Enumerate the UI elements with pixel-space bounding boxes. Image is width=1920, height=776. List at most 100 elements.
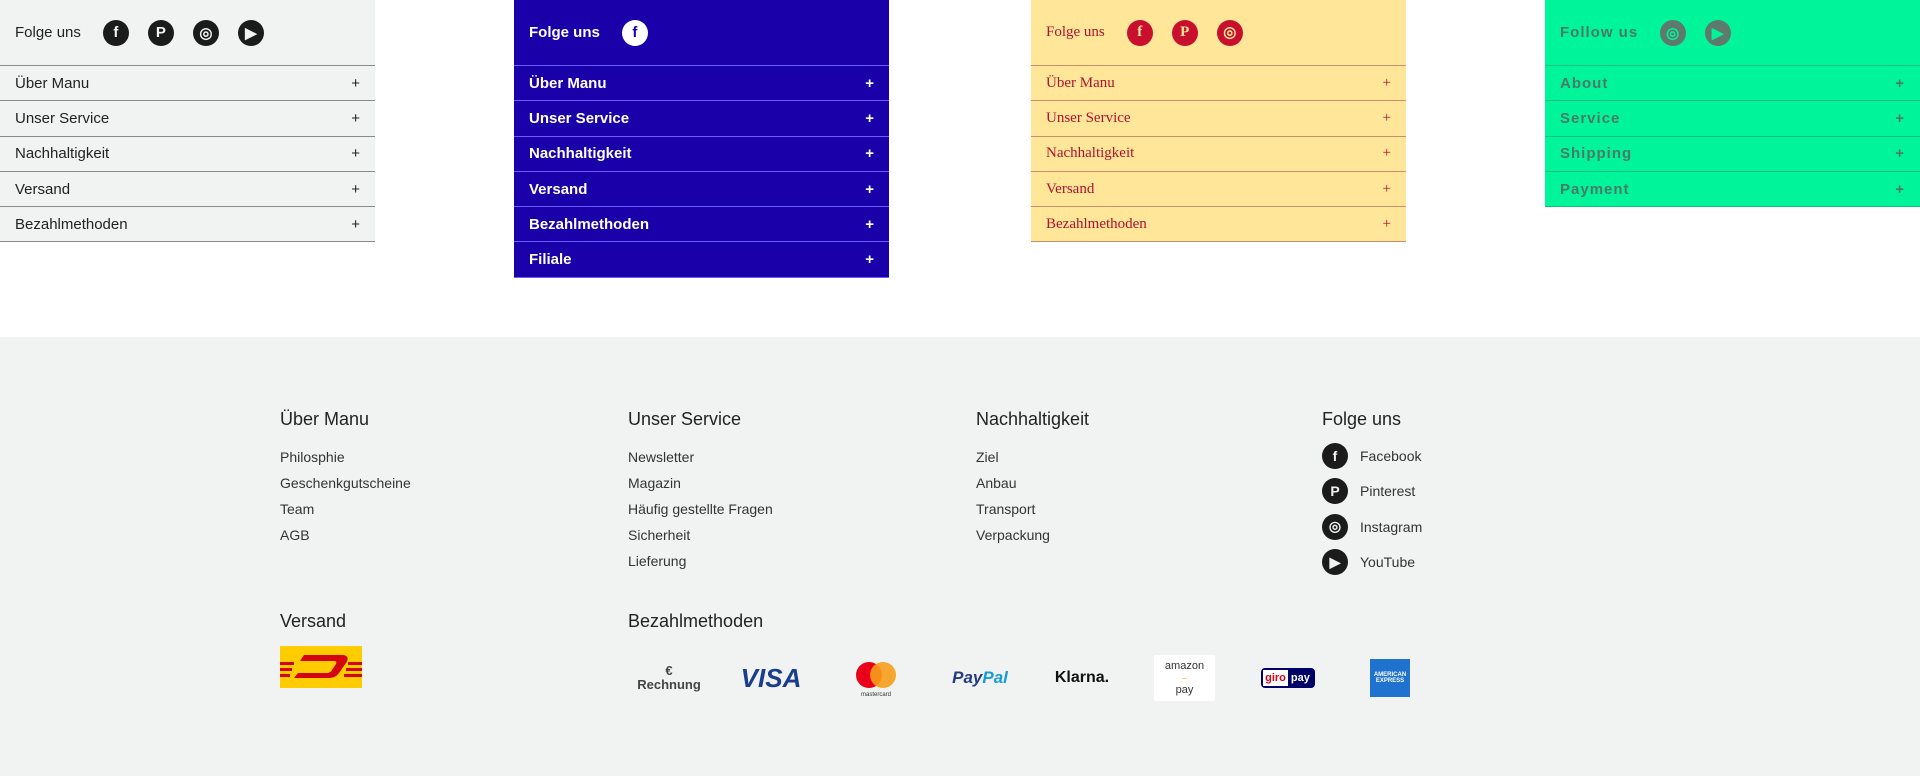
plus-icon: + [865, 74, 874, 92]
accordion-item-label: Über Manu [529, 74, 607, 92]
pinterest-icon[interactable]: P [147, 19, 174, 46]
accordion-item[interactable]: Nachhaltigkeit + [0, 137, 375, 172]
panel-header: Folge uns f [514, 0, 889, 66]
accordion-item-label: About [1560, 74, 1609, 92]
social-label: Facebook [1360, 447, 1422, 464]
giropay-logo: giro pay [1260, 655, 1316, 701]
accordion-item[interactable]: Bezahlmethoden + [514, 207, 889, 243]
footer-link[interactable]: Sicherheit [628, 522, 773, 548]
footer-link[interactable]: Magazin [628, 470, 773, 496]
facebook-icon[interactable]: f [621, 19, 648, 46]
instagram-icon[interactable]: ◎ [192, 19, 219, 46]
plus-icon: + [351, 180, 360, 198]
plus-icon: + [1382, 180, 1391, 197]
instagram-icon[interactable]: ◎ [1216, 19, 1243, 46]
amazon-pay-logo: amazon ⌣ pay [1154, 655, 1215, 701]
plus-icon: + [865, 180, 874, 198]
plus-icon: + [351, 145, 360, 163]
footer-link[interactable]: Geschenkgutscheine [280, 470, 411, 496]
klarna-logo: Klarna. [1054, 669, 1110, 686]
pinterest-icon[interactable]: P [1171, 19, 1198, 46]
accordion-item[interactable]: About + [1545, 66, 1920, 102]
social-link[interactable]: ▶ YouTube [1322, 545, 1422, 581]
plus-icon: + [1382, 145, 1391, 162]
plus-icon: + [351, 109, 360, 127]
instagram-icon[interactable]: ◎ [1660, 19, 1687, 46]
footer-column: Nachhaltigkeit Ziel Anbau Transport Verpacku… [976, 409, 1089, 548]
column-heading: Nachhaltigkeit [976, 409, 1090, 429]
accordion-item[interactable]: Unser Service + [514, 101, 889, 137]
accordion-panel: Follow us ◎ ▶ About + Service + Shipping + Paymen… [1545, 0, 1920, 208]
accordion-item[interactable]: Shipping + [1545, 137, 1920, 172]
plus-icon: + [865, 215, 874, 233]
social-label: YouTube [1360, 554, 1416, 571]
footer-link[interactable]: Lieferung [628, 548, 773, 574]
accordion-item-label: Bezahlmethoden [15, 215, 128, 233]
social-column: Folge uns f Facebook P Pinterest ◎ Instagram ▶… [1322, 409, 1422, 580]
accordion-item[interactable]: Payment + [1545, 172, 1920, 208]
accordion-item[interactable]: Über Manu + [514, 66, 889, 102]
accordion-item[interactable]: Service + [1545, 101, 1920, 137]
accordion-panel: Folge uns f P ◎ Über Manu + Unser Service + Nach… [1031, 0, 1406, 243]
footer-link[interactable]: Team [280, 496, 411, 522]
accordion-item[interactable]: Über Manu + [1031, 66, 1406, 102]
paypal-logo: Pay Pal [952, 668, 1008, 687]
accordion-item-label: Filiale [529, 251, 572, 269]
accordion-item[interactable]: Nachhaltigkeit + [514, 137, 889, 172]
accordion-item-label: Versand [529, 180, 588, 198]
panel-header: Folge uns f P ◎ ▶ [0, 0, 375, 66]
social-link[interactable]: P Pinterest [1322, 474, 1422, 510]
footer-link[interactable]: Philosphie [280, 444, 411, 470]
accordion-item[interactable]: Bezahlmethoden + [0, 207, 375, 243]
invoice-logo: € Rechnung [637, 663, 701, 692]
social-link[interactable]: ◎ Instagram [1322, 509, 1422, 545]
youtube-icon[interactable]: ▶ [237, 19, 264, 46]
column-heading: Über Manu [280, 409, 370, 429]
plus-icon: + [1895, 109, 1905, 127]
footer-link[interactable]: AGB [280, 522, 411, 548]
accordion-item[interactable]: Versand + [1031, 172, 1406, 208]
footer-link[interactable]: Transport [976, 496, 1089, 522]
accordion-item-label: Versand [1046, 180, 1095, 197]
footer-link[interactable]: Ziel [976, 444, 1089, 470]
accordion-item-label: Bezahlmethoden [1046, 215, 1147, 232]
accordion-item[interactable]: Über Manu + [0, 66, 375, 102]
panel-header: Follow us ◎ ▶ [1545, 0, 1920, 66]
plus-icon: + [1895, 145, 1905, 163]
youtube-icon[interactable]: ▶ [1705, 19, 1732, 46]
accordion-item-label: Shipping [1560, 145, 1633, 163]
footer-column: Über Manu Philosphie Geschenkgutscheine Tea… [280, 409, 411, 548]
plus-icon: + [1382, 74, 1391, 91]
plus-icon: + [351, 74, 360, 92]
social-label: Instagram [1360, 518, 1423, 535]
accordion-item[interactable]: Versand + [514, 172, 889, 208]
accordion-item[interactable]: Unser Service + [0, 101, 375, 137]
facebook-icon[interactable]: f [102, 19, 129, 46]
facebook-icon[interactable]: f [1126, 19, 1153, 46]
accordion-item[interactable]: Nachhaltigkeit + [1031, 137, 1406, 172]
panel-title: Follow us [1560, 24, 1639, 41]
accordion-item-label: Service [1560, 109, 1621, 127]
plus-icon: + [1382, 215, 1391, 232]
footer-column: Unser Service Newsletter Magazin Häufig ges… [628, 409, 773, 574]
amex-logo: AMERICAN EXPRESS [1370, 659, 1410, 697]
footer-link[interactable]: Anbau [976, 470, 1089, 496]
social-label: Pinterest [1360, 483, 1416, 500]
site-footer: Über Manu Philosphie Geschenkgutscheine Tea… [0, 337, 1920, 776]
social-link[interactable]: f Facebook [1322, 438, 1422, 474]
accordion-item-label: Unser Service [529, 109, 630, 127]
footer-link[interactable]: Newsletter [628, 444, 773, 470]
plus-icon: + [1895, 180, 1905, 198]
accordion-item-label: Über Manu [15, 74, 90, 92]
accordion-panel: Folge uns f Über Manu + Unser Service + Nachha… [514, 0, 889, 278]
accordion-item-label: Über Manu [1046, 74, 1115, 91]
accordion-item[interactable]: Filiale + [514, 242, 889, 278]
accordion-item[interactable]: Unser Service + [1031, 101, 1406, 137]
footer-link[interactable]: Verpackung [976, 522, 1089, 548]
accordion-item[interactable]: Versand + [0, 172, 375, 208]
shipping-column: Versand [280, 611, 362, 693]
accordion-item-label: Nachhaltigkeit [1046, 145, 1135, 162]
footer-link[interactable]: Häufig gestellte Fragen [628, 496, 773, 522]
mastercard-logo: mastercard [848, 655, 904, 701]
accordion-item[interactable]: Bezahlmethoden + [1031, 207, 1406, 243]
